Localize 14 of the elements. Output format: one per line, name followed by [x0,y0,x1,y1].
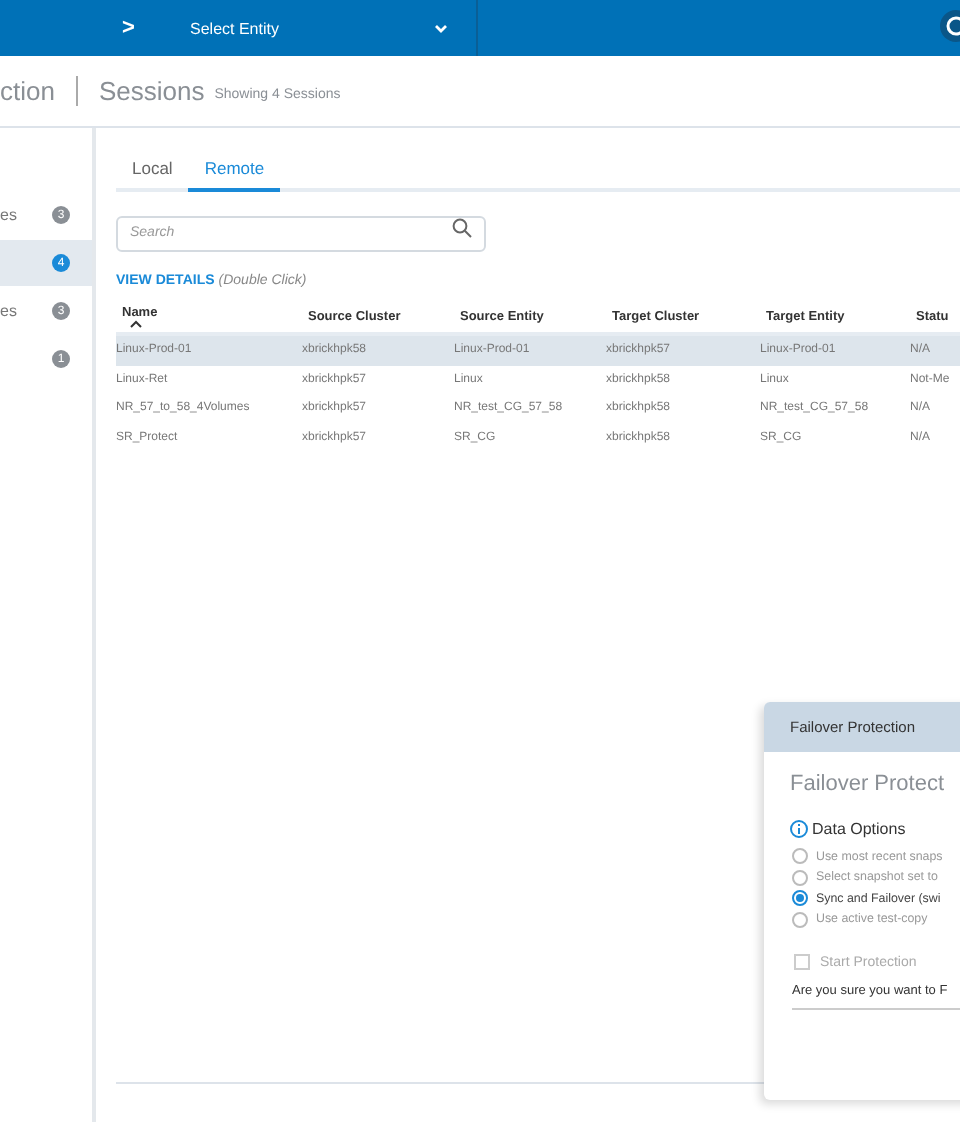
sort-icon [130,319,142,327]
info-icon [790,820,808,838]
tab[interactable]: Remote [188,152,281,192]
page-title: Sessions [98,76,205,106]
breadcrumb-separator: > [122,16,137,40]
tab[interactable]: Local [116,152,189,192]
sidebar-label: es [0,206,17,224]
chevron-down-icon [434,23,449,33]
section-title: ction [0,76,79,106]
search-icon[interactable] [452,218,472,238]
dialog-title: Failover Protect [790,772,947,796]
sidebar-label: es [0,302,17,320]
section-heading: Data Options [812,820,906,838]
entity-select[interactable]: Select Entity [190,0,479,56]
